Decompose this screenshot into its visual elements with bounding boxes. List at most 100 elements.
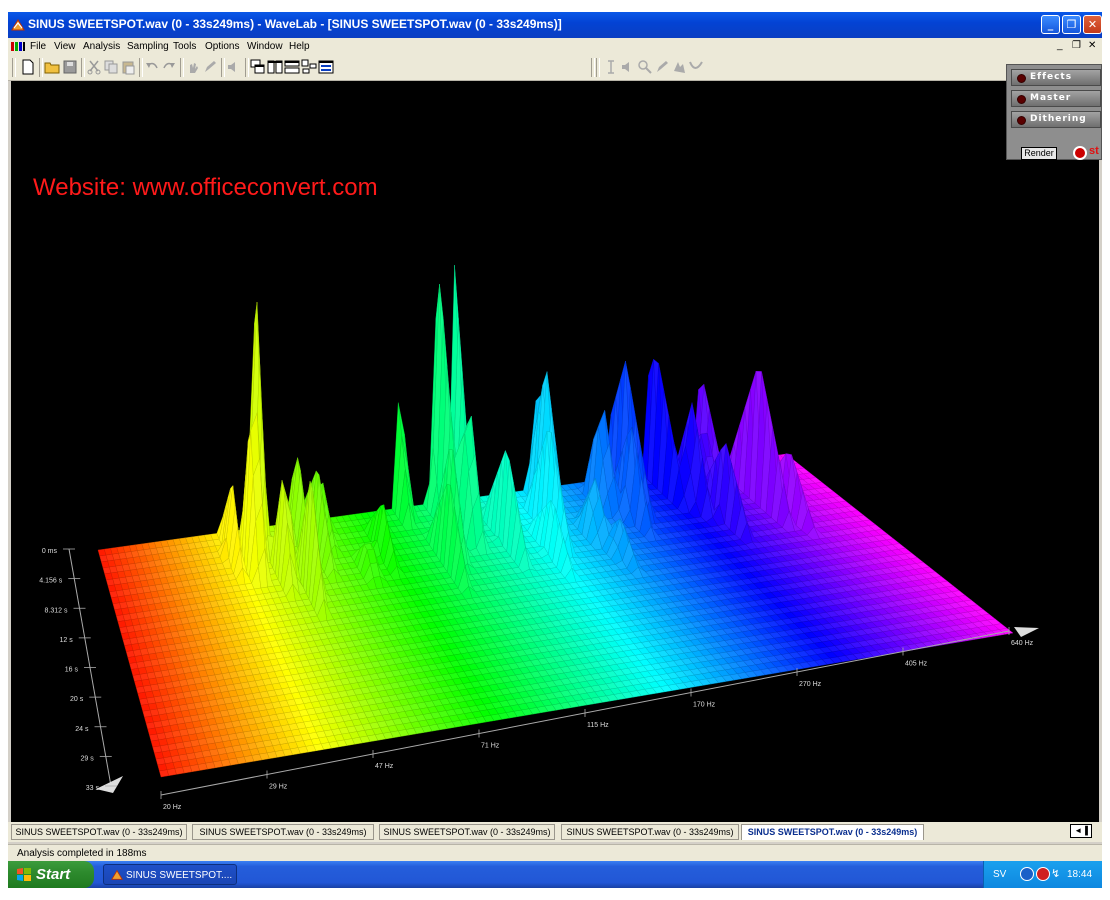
taskbar-item-wavelab[interactable]: SINUS SWEETSPOT.... [103,864,237,885]
play-tool-icon[interactable] [671,59,687,75]
time-tick-label: 4.156 s [39,578,62,585]
document-tab[interactable]: SINUS SWEETSPOT.wav (0 - 33s249ms) [561,824,739,840]
master-section-panel: Effects Master Dithering Render st [1006,64,1102,160]
system-tray: SV ↯ 18:44 [983,861,1102,888]
hand-icon[interactable] [185,59,201,75]
redo-icon[interactable] [161,59,177,75]
window-list-icon[interactable] [318,59,334,75]
text-cursor-icon[interactable] [603,59,619,75]
status-text: Analysis completed in 188ms [17,848,147,859]
paste-icon[interactable] [120,59,136,75]
toolbar-separator [180,58,184,77]
pencil-icon[interactable] [202,59,218,75]
watermark-text: Website: www.officeconvert.com [33,174,378,201]
open-folder-icon[interactable] [44,59,60,75]
copy-icon[interactable] [103,59,119,75]
mdi-restore-button[interactable]: ❐ [1072,40,1081,51]
toolbar-separator [245,58,249,77]
toolbar-grip[interactable] [12,58,16,77]
windows-flag-icon [17,868,31,881]
close-button[interactable]: ✕ [1083,15,1102,34]
document-tabs: SINUS SWEETSPOT.wav (0 - 33s249ms) SINUS… [8,822,1102,842]
network-icon[interactable] [1020,867,1034,881]
menu-window[interactable]: Window [247,41,283,52]
toolbar-separator [81,58,85,77]
language-indicator[interactable]: SV [993,869,1006,880]
toolbar-separator [221,58,225,77]
document-tab[interactable]: SINUS SWEETSPOT.wav (0 - 33s249ms) [11,824,187,840]
led-indicator [1017,95,1026,104]
cut-icon[interactable] [86,59,102,75]
menu-bar: File View Analysis Sampling Tools Option… [8,38,1102,55]
document-tab[interactable]: SINUS SWEETSPOT.wav (0 - 33s249ms) [192,824,374,840]
save-icon[interactable] [62,59,78,75]
status-bar: Analysis completed in 188ms [8,844,1102,862]
frequency-tick-label: 405 Hz [905,661,928,668]
spectrum-3d-view[interactable]: 0 ms 4.156 s 8.312 s 12 s 16 s 20 s 24 s 29 s 33… [11,81,1099,822]
menu-view[interactable]: View [54,41,76,52]
document-tab-active[interactable]: SINUS SWEETSPOT.wav (0 - 33s249ms) [741,824,924,840]
minimize-button[interactable]: _ [1041,15,1060,34]
document-icon[interactable] [11,41,25,52]
tile-vertical-icon[interactable] [267,59,283,75]
master-label: Master [1030,93,1072,103]
effects-label: Effects [1030,72,1073,82]
taskbar-item-label: SINUS SWEETSPOT.... [126,870,233,881]
menu-options[interactable]: Options [205,41,239,52]
tile-horizontal-icon[interactable] [284,59,300,75]
maximize-button[interactable]: ❐ [1062,15,1081,34]
menu-analysis[interactable]: Analysis [83,41,120,52]
st-label: st [1089,145,1099,157]
time-tick-label: 33 s [86,785,100,792]
zoom-icon[interactable] [637,59,653,75]
speaker-icon[interactable] [226,59,242,75]
toolbar-grip[interactable] [591,58,595,77]
wavelab-app-icon [11,19,25,31]
new-file-icon[interactable] [20,59,36,75]
frequency-axis-arrow [1014,627,1039,637]
start-button[interactable]: Start [8,861,94,888]
time-tick-label: 29 s [81,755,95,762]
pencil-tool-icon[interactable] [654,59,670,75]
time-tick-label: 0 ms [42,548,58,555]
led-indicator [1017,116,1026,125]
scrub-tool-icon[interactable] [688,59,704,75]
mdi-close-button[interactable]: ✕ [1088,40,1096,51]
undo-icon[interactable] [144,59,160,75]
window-title: SINUS SWEETSPOT.wav (0 - 33s249ms) - Wav… [28,17,562,31]
time-tick-label: 20 s [70,696,84,703]
effects-button[interactable]: Effects [1011,69,1101,86]
start-label: Start [36,866,71,883]
time-tick-label: 16 s [65,667,79,674]
power-icon[interactable] [1073,146,1087,160]
document-tab[interactable]: SINUS SWEETSPOT.wav (0 - 33s249ms) [379,824,555,840]
cascade-windows-icon[interactable] [250,59,266,75]
dithering-label: Dithering [1030,114,1087,124]
menu-tools[interactable]: Tools [173,41,196,52]
clock: 18:44 [1067,869,1093,880]
dithering-button[interactable]: Dithering [1011,111,1101,128]
wavelab-app-icon [111,869,123,880]
antivirus-icon[interactable] [1036,867,1050,881]
master-button[interactable]: Master [1011,90,1101,107]
toolbar-separator [39,58,43,77]
frequency-tick-label: 170 Hz [693,702,716,709]
menu-sampling[interactable]: Sampling [127,41,169,52]
frequency-tick-label: 71 Hz [481,743,500,750]
tab-scroll-button[interactable]: ◄▐ [1070,824,1092,838]
toolbar-separator [139,58,143,77]
led-indicator [1017,74,1026,83]
menu-help[interactable]: Help [289,41,310,52]
arrange-icons-icon[interactable] [301,59,317,75]
frequency-tick-label: 47 Hz [375,763,394,770]
speaker-volume-icon[interactable]: ↯ [1051,867,1065,881]
menu-file[interactable]: File [30,41,46,52]
speaker-tool-icon[interactable] [620,59,636,75]
render-button[interactable]: Render [1021,147,1057,160]
desktop: SINUS SWEETSPOT.wav (0 - 33s249ms) - Wav… [8,12,1102,888]
frequency-tick-label: 29 Hz [269,784,288,791]
mdi-minimize-button[interactable]: _ [1057,40,1063,51]
toolbar-separator [596,58,600,77]
title-bar[interactable]: SINUS SWEETSPOT.wav (0 - 33s249ms) - Wav… [8,12,1102,38]
frequency-tick-label: 20 Hz [163,804,182,811]
